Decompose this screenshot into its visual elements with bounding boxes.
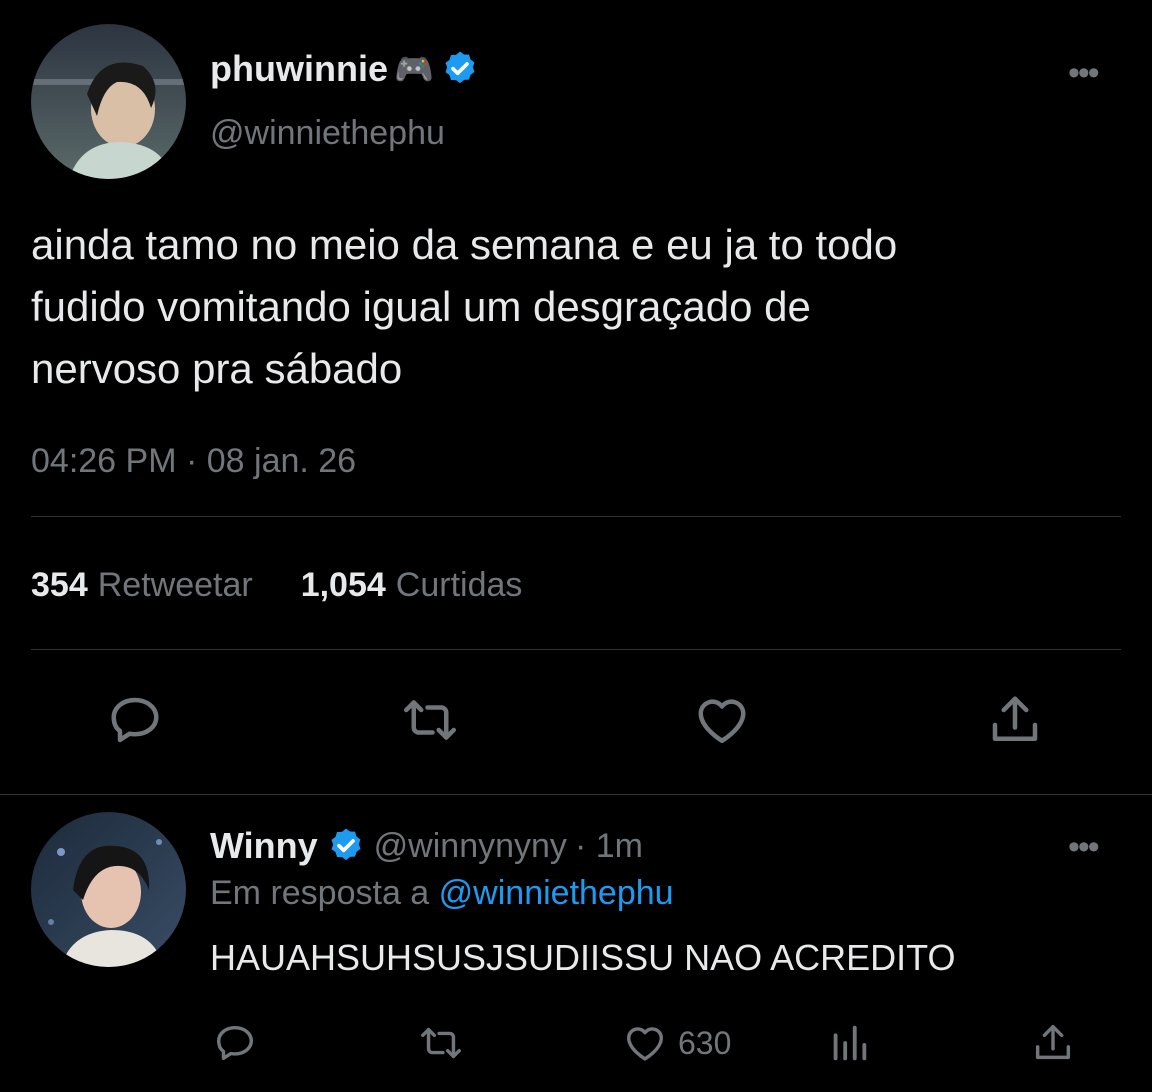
more-options-icon[interactable]: ••• bbox=[1068, 56, 1100, 90]
divider bbox=[31, 516, 1121, 517]
like-label[interactable]: Curtidas bbox=[396, 564, 523, 606]
tweet-text-line: fudido vomitando igual um desgraçado de bbox=[31, 283, 811, 330]
author-handle[interactable]: @winniethephu bbox=[210, 112, 445, 154]
verified-badge-icon bbox=[326, 826, 366, 866]
reply-author-name[interactable]: Winny bbox=[210, 824, 318, 868]
reply-author-handle[interactable]: @winnynyny bbox=[374, 824, 567, 868]
retweet-label[interactable]: Retweetar bbox=[98, 564, 253, 606]
author-name-text[interactable]: phuwinnie bbox=[210, 47, 388, 91]
reply-header: Winny @winnynyny · 1m bbox=[210, 824, 643, 868]
author-avatar[interactable] bbox=[31, 24, 186, 179]
gamepad-emoji: 🎮 bbox=[393, 51, 434, 87]
reply-text: HAUAHSUHSUSJSUDIISSU NAO ACREDITO bbox=[210, 937, 956, 978]
reply-like[interactable]: 630 bbox=[622, 1020, 731, 1066]
retweet-count[interactable]: 354 bbox=[31, 564, 88, 606]
reply-to-prefix: Em resposta a bbox=[210, 874, 430, 912]
reply-icon[interactable] bbox=[105, 690, 165, 750]
tweet-text-line: ainda tamo no meio da semana e eu ja to … bbox=[31, 221, 898, 268]
heart-icon[interactable] bbox=[622, 1020, 668, 1066]
reply-time[interactable]: · 1m bbox=[575, 824, 643, 868]
author-name[interactable]: phuwinnie 🎮 bbox=[210, 47, 480, 91]
tweet-stats: 354 Retweetar 1,054 Curtidas bbox=[31, 564, 522, 606]
reply-to-handle-link[interactable]: @winniethephu bbox=[439, 874, 674, 912]
tweet-text: ainda tamo no meio da semana e eu ja to … bbox=[31, 214, 897, 400]
retweet-icon[interactable] bbox=[416, 1020, 466, 1066]
tweet-timestamp[interactable]: 04:26 PM · 08 jan. 26 bbox=[31, 440, 356, 482]
reply-author-avatar[interactable] bbox=[31, 812, 186, 967]
reply-like-count: 630 bbox=[678, 1025, 732, 1061]
like-count[interactable]: 1,054 bbox=[301, 564, 386, 606]
retweet-icon[interactable] bbox=[398, 690, 462, 750]
tweet-text-line: nervoso pra sábado bbox=[31, 345, 403, 392]
divider bbox=[0, 794, 1152, 795]
verified-badge-icon bbox=[440, 49, 480, 89]
analytics-icon[interactable] bbox=[826, 1020, 872, 1066]
heart-icon[interactable] bbox=[692, 690, 752, 750]
reply-to-line: Em resposta a @winniethephu bbox=[210, 872, 674, 914]
reply-icon[interactable] bbox=[212, 1020, 258, 1066]
share-icon[interactable] bbox=[1030, 1020, 1076, 1066]
share-icon[interactable] bbox=[985, 690, 1045, 750]
divider bbox=[31, 649, 1121, 650]
more-options-icon[interactable]: ••• bbox=[1068, 830, 1100, 864]
